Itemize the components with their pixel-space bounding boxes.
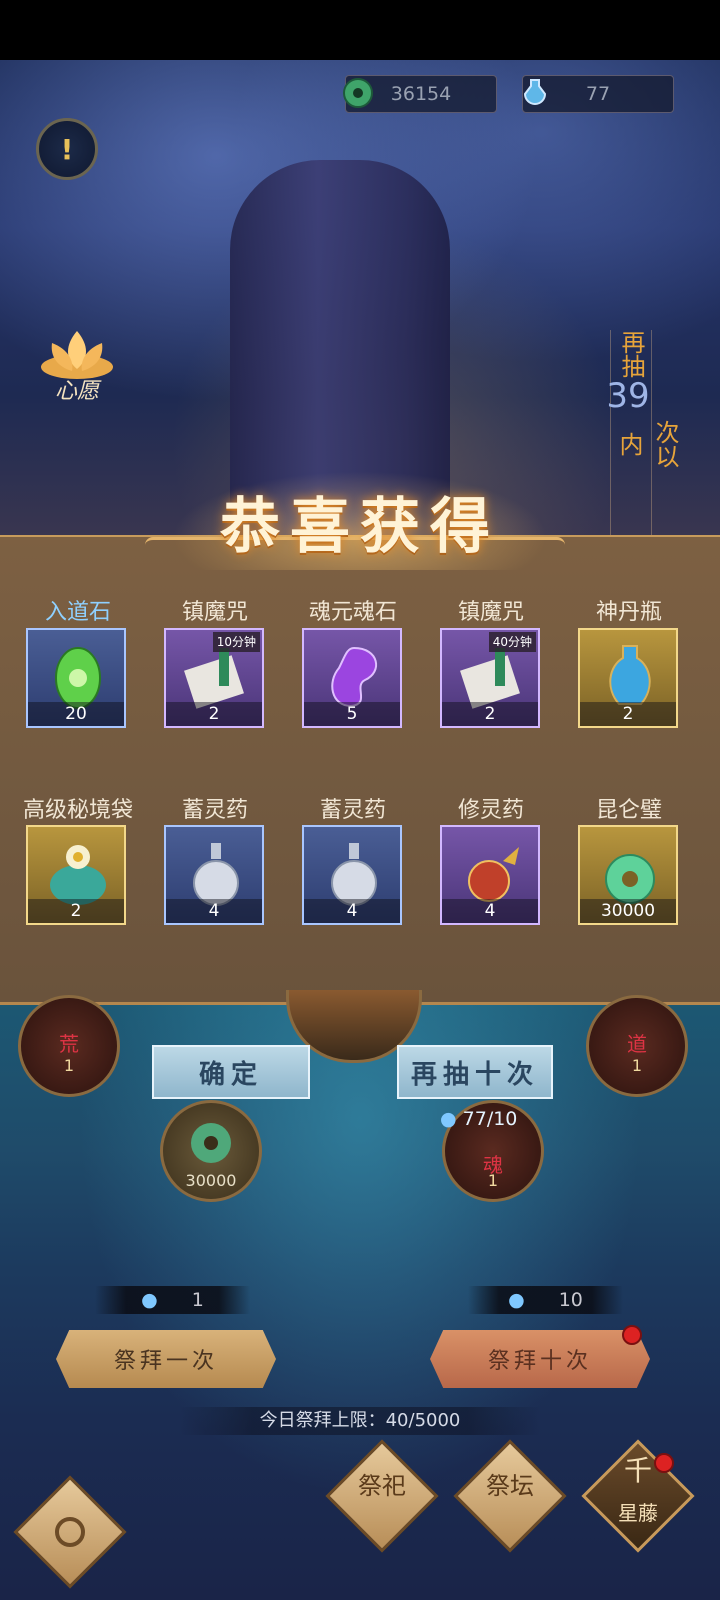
reward-slot[interactable]: 4 <box>164 825 264 925</box>
duration-tag: 40分钟 <box>488 632 536 652</box>
popup-title: 恭喜获得 <box>220 492 500 562</box>
pray-once-button[interactable]: 祭拜一次 <box>56 1330 276 1388</box>
notification-dot <box>622 1325 642 1345</box>
jade-coin-icon <box>340 74 376 112</box>
reward-slot[interactable]: 5 <box>302 628 402 728</box>
spirit-bottle-icon: ● <box>440 1108 457 1130</box>
pity-count: 39 <box>606 376 650 416</box>
wish-label: 心愿 <box>54 379 99 404</box>
jade-disc-icon <box>191 1123 231 1163</box>
reward-slot[interactable]: 2 <box>578 628 678 728</box>
swirl-icon <box>55 1517 85 1547</box>
reward-name: 入道石 <box>44 600 111 625</box>
spirit-bottle-icon: ● <box>508 1289 525 1311</box>
reward-qty: 2 <box>166 702 262 726</box>
reward-qty: 30000 <box>580 899 676 923</box>
result-orb-dao[interactable]: 道 1 <box>586 995 688 1097</box>
pray-ten-cost-value: 10 <box>558 1289 583 1311</box>
reward-qty: 2 <box>580 702 676 726</box>
orb-count: 1 <box>631 1056 643 1075</box>
status-bar <box>0 0 720 60</box>
pity-prefix: 再抽 <box>617 330 645 378</box>
result-orb-huang[interactable]: 荒 1 <box>18 995 120 1097</box>
orb-count: 30000 <box>185 1171 237 1190</box>
nav-sacrifice-label: 祭祀 <box>358 1472 406 1500</box>
orb-count: 1 <box>487 1171 499 1190</box>
reward-name: 神丹瓶 <box>595 600 662 625</box>
duration-tag: 10分钟 <box>212 632 260 652</box>
reward-slot[interactable]: 20 <box>26 628 126 728</box>
reward-slot[interactable]: 10分钟 2 <box>164 628 264 728</box>
reward-slot[interactable]: 2 <box>26 825 126 925</box>
pray-ten-button[interactable]: 祭拜十次 <box>430 1330 650 1388</box>
reward-qty: 2 <box>28 899 124 923</box>
currency-spirit: 77 <box>522 75 674 113</box>
reward-slot[interactable]: 4 <box>440 825 540 925</box>
reward-name: 镇魔咒 <box>181 600 248 625</box>
reward-qty: 5 <box>304 702 400 726</box>
pray-ten-cost: ● 10 <box>468 1286 623 1314</box>
result-orb-jade[interactable]: 30000 <box>160 1100 262 1202</box>
currency-jade: 36154 <box>343 75 497 113</box>
nav-altar-label: 祭坛 <box>486 1472 534 1500</box>
spirit-bottle-icon <box>517 74 553 112</box>
pray-once-cost-value: 1 <box>191 1289 204 1311</box>
redraw-cost-value: 77/10 <box>462 1108 518 1130</box>
orb-glyph: 荒 <box>59 1032 79 1056</box>
reward-slot[interactable]: 40分钟 2 <box>440 628 540 728</box>
reward-qty: 20 <box>28 702 124 726</box>
alert-button[interactable]: ! <box>36 118 98 180</box>
reward-qty: 4 <box>442 899 538 923</box>
reward-name: 修灵药 <box>457 798 524 823</box>
reward-name: 高级秘境袋 <box>22 798 133 823</box>
wish-button[interactable]: 心愿 <box>34 325 120 405</box>
reward-name: 蓄灵药 <box>319 798 386 823</box>
reward-qty: 4 <box>166 899 262 923</box>
reward-name: 镇魔咒 <box>457 600 524 625</box>
reward-name: 昆仑璧 <box>595 798 662 823</box>
nav-vine-bottom: 星藤 <box>618 1501 658 1525</box>
orb-count: 1 <box>63 1056 75 1075</box>
pray-once-cost: ● 1 <box>95 1286 250 1314</box>
pity-banner: 再抽 39 次以内 <box>606 330 679 540</box>
reward-qty: 4 <box>304 899 400 923</box>
redraw-cost: ● 77/10 <box>440 1108 517 1130</box>
reward-slot[interactable]: 4 <box>302 825 402 925</box>
reward-name: 魂元魂石 <box>308 600 397 625</box>
reward-slot[interactable]: 30000 <box>578 825 678 925</box>
orb-glyph: 道 <box>627 1032 647 1056</box>
reward-name: 蓄灵药 <box>181 798 248 823</box>
exclamation-icon: ! <box>60 132 74 166</box>
notification-dot <box>654 1453 674 1473</box>
daily-limit: 今日祭拜上限：40/5000 <box>180 1407 540 1435</box>
redraw-ten-button[interactable]: 再抽十次 <box>397 1045 553 1099</box>
spirit-bottle-icon: ● <box>141 1289 158 1311</box>
pity-suffix: 次以内 <box>615 420 679 468</box>
confirm-button[interactable]: 确定 <box>152 1045 310 1099</box>
reward-qty: 2 <box>442 702 538 726</box>
